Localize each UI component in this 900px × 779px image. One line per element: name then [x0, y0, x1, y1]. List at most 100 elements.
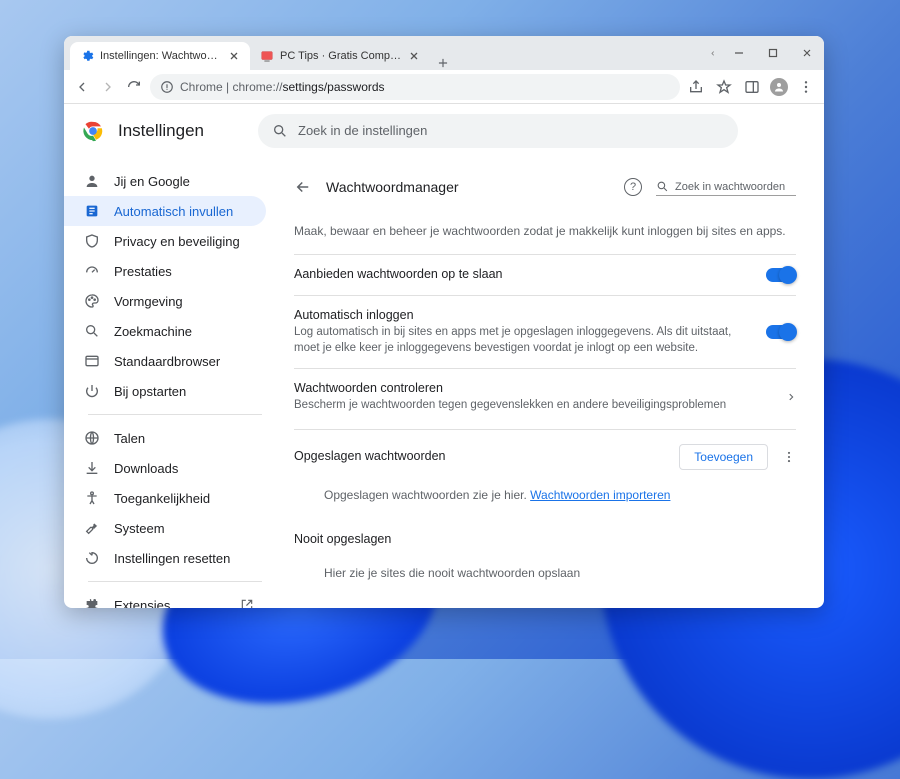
settings-content: Wachtwoordmanager ? Zoek in wachtwoorden…	[274, 158, 824, 608]
divider	[88, 414, 262, 415]
back-button[interactable]	[72, 77, 92, 97]
external-link-icon	[240, 598, 254, 608]
row-desc: Bescherm je wachtwoorden tegen gegevensl…	[294, 397, 770, 413]
row-offer-save: Aanbieden wachtwoorden op te slaan	[294, 254, 796, 295]
address-bar[interactable]: Chrome | chrome://settings/passwords	[150, 74, 680, 100]
globe-icon	[84, 430, 100, 446]
sidebar-item-performance[interactable]: Prestaties	[64, 256, 266, 286]
person-icon	[84, 173, 100, 189]
reload-button[interactable]	[124, 77, 144, 97]
settings-body: Jij en Google Automatisch invullen Priva…	[64, 158, 824, 608]
sidebar-item-default-browser[interactable]: Standaardbrowser	[64, 346, 266, 376]
titlebar: Instellingen: Wachtwoordmanag PC Tips · …	[64, 36, 824, 70]
window-controls: ⌄	[710, 36, 824, 70]
sidebar-item-privacy[interactable]: Privacy en beveiliging	[64, 226, 266, 256]
shield-icon	[84, 233, 100, 249]
help-icon[interactable]: ?	[624, 178, 642, 196]
sidebar-item-autofill[interactable]: Automatisch invullen	[64, 196, 266, 226]
sidebar-item-accessibility[interactable]: Toegankelijkheid	[64, 483, 266, 513]
row-title: Wachtwoorden controleren	[294, 381, 770, 395]
sidebar-item-label: Systeem	[114, 521, 165, 536]
content-header: Wachtwoordmanager ? Zoek in wachtwoorden	[294, 168, 796, 206]
divider	[88, 581, 262, 582]
palette-icon	[84, 293, 100, 309]
more-icon[interactable]	[782, 450, 796, 464]
forward-button[interactable]	[98, 77, 118, 97]
sidepanel-icon[interactable]	[742, 77, 762, 97]
toggle-auto-signin[interactable]	[766, 325, 796, 339]
reset-icon	[84, 550, 100, 566]
toggle-offer-save[interactable]	[766, 268, 796, 282]
browser-window: Instellingen: Wachtwoordmanag PC Tips · …	[64, 36, 824, 608]
browser-toolbar: Chrome | chrome://settings/passwords	[64, 70, 824, 104]
chevron-right-icon	[786, 390, 796, 404]
tab-label: Instellingen: Wachtwoordmanag	[100, 50, 222, 62]
row-title: Aanbieden wachtwoorden op te slaan	[294, 267, 750, 281]
search-icon	[656, 180, 669, 193]
search-placeholder: Zoek in de instellingen	[298, 123, 427, 138]
sidebar-item-label: Vormgeving	[114, 294, 183, 309]
search-icon	[272, 123, 288, 139]
back-arrow-icon[interactable]	[294, 178, 312, 196]
sidebar-item-you-and-google[interactable]: Jij en Google	[64, 166, 266, 196]
password-search-placeholder: Zoek in wachtwoorden	[675, 181, 785, 193]
power-icon	[84, 383, 100, 399]
close-icon[interactable]	[408, 50, 420, 62]
settings-search[interactable]: Zoek in de instellingen	[258, 114, 738, 148]
wrench-icon	[84, 520, 100, 536]
sidebar-item-label: Privacy en beveiliging	[114, 234, 240, 249]
row-title: Automatisch inloggen	[294, 308, 750, 322]
import-passwords-link[interactable]: Wachtwoorden importeren	[530, 488, 670, 502]
row-auto-signin: Automatisch inloggen Log automatisch in …	[294, 295, 796, 368]
search-icon	[84, 323, 100, 339]
sidebar-item-extensions[interactable]: Extensies	[64, 590, 266, 608]
sidebar-item-startup[interactable]: Bij opstarten	[64, 376, 266, 406]
profile-avatar[interactable]	[770, 78, 788, 96]
sidebar-item-label: Bij opstarten	[114, 384, 186, 399]
add-password-button[interactable]: Toevoegen	[679, 444, 768, 470]
sidebar-item-search-engine[interactable]: Zoekmachine	[64, 316, 266, 346]
sidebar-item-appearance[interactable]: Vormgeving	[64, 286, 266, 316]
gear-icon	[80, 49, 94, 63]
sidebar-item-reset[interactable]: Instellingen resetten	[64, 543, 266, 573]
sidebar-item-label: Downloads	[114, 461, 178, 476]
section-title: Opgeslagen wachtwoorden	[294, 449, 679, 463]
settings-header: Instellingen Zoek in de instellingen	[64, 104, 824, 158]
new-tab-button[interactable]	[430, 56, 456, 70]
close-button[interactable]	[790, 36, 824, 70]
empty-prefix: Opgeslagen wachtwoorden zie je hier.	[324, 488, 530, 502]
sidebar-item-system[interactable]: Systeem	[64, 513, 266, 543]
saved-passwords-header: Opgeslagen wachtwoorden Toevoegen	[294, 429, 796, 480]
minimize-button[interactable]	[722, 36, 756, 70]
share-icon[interactable]	[686, 77, 706, 97]
never-saved-empty: Hier zie je sites die nooit wachtwoorden…	[294, 558, 796, 596]
password-search[interactable]: Zoek in wachtwoorden	[656, 178, 796, 196]
sidebar-item-label: Automatisch invullen	[114, 204, 233, 219]
menu-icon[interactable]	[796, 77, 816, 97]
saved-passwords-empty: Opgeslagen wachtwoorden zie je hier. Wac…	[294, 480, 796, 518]
tab-settings[interactable]: Instellingen: Wachtwoordmanag	[70, 42, 250, 70]
download-icon	[84, 460, 100, 476]
sidebar-item-label: Instellingen resetten	[114, 551, 230, 566]
close-icon[interactable]	[228, 50, 240, 62]
chrome-logo-icon	[82, 120, 104, 142]
site-info-icon[interactable]	[160, 80, 174, 94]
maximize-button[interactable]	[756, 36, 790, 70]
sidebar-item-downloads[interactable]: Downloads	[64, 453, 266, 483]
sidebar-item-label: Extensies	[114, 598, 170, 609]
url-text: Chrome | chrome://settings/passwords	[180, 80, 385, 94]
tab-pctips[interactable]: PC Tips · Gratis Computer Tips.	[250, 42, 430, 70]
row-check-passwords[interactable]: Wachtwoorden controleren Bescherm je wac…	[294, 368, 796, 425]
favicon-icon	[260, 49, 274, 63]
tab-strip: Instellingen: Wachtwoordmanag PC Tips · …	[64, 36, 710, 70]
sidebar-item-label: Toegankelijkheid	[114, 491, 210, 506]
never-saved-header: Nooit opgeslagen	[294, 518, 796, 558]
accessibility-icon	[84, 490, 100, 506]
autofill-icon	[84, 203, 100, 219]
page-title: Instellingen	[118, 121, 204, 141]
speedometer-icon	[84, 263, 100, 279]
bookmark-icon[interactable]	[714, 77, 734, 97]
section-title: Nooit opgeslagen	[294, 532, 796, 546]
chevron-down-icon[interactable]: ⌄	[708, 49, 719, 57]
sidebar-item-languages[interactable]: Talen	[64, 423, 266, 453]
